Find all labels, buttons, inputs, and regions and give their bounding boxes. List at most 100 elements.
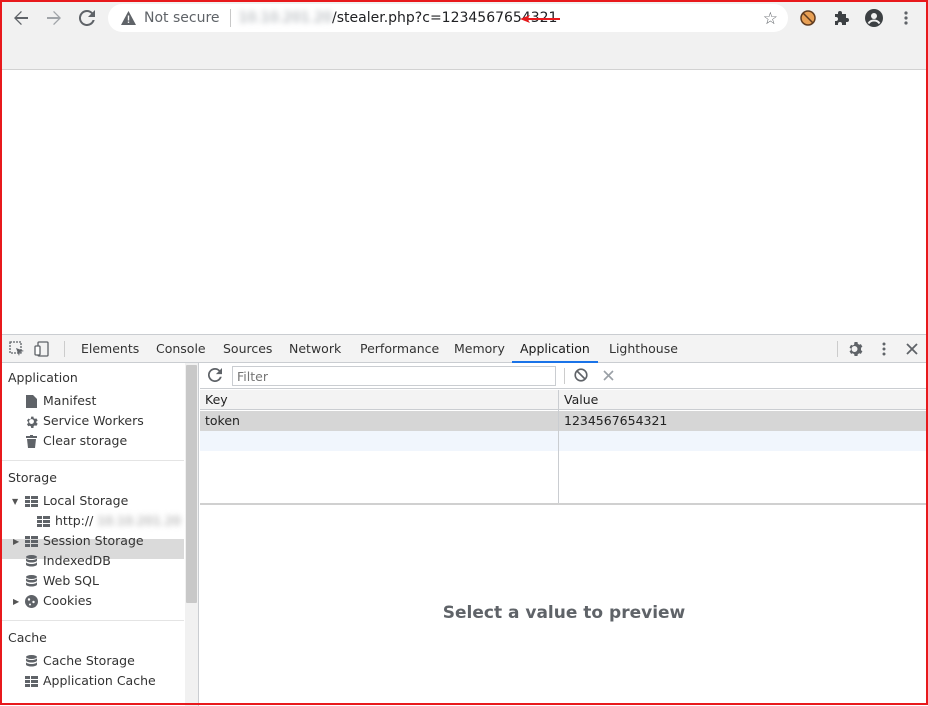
devtools-panel: Elements Console Sources Network Perform… — [0, 334, 928, 706]
column-header-key[interactable]: Key — [200, 390, 228, 410]
bookmark-star-icon[interactable]: ☆ — [763, 9, 778, 29]
grid-icon — [24, 494, 38, 508]
cell-key[interactable]: token — [200, 411, 240, 431]
table-row[interactable]: token 1234567654321 — [200, 411, 928, 431]
sidebar-item-label: Service Workers — [43, 413, 144, 428]
refresh-button[interactable] — [207, 367, 224, 384]
security-label[interactable]: Not secure — [144, 10, 220, 26]
grid-icon — [24, 534, 38, 548]
table-row-empty[interactable] — [200, 431, 928, 451]
sidebar-item-label: Web SQL — [43, 573, 99, 588]
tab-memory[interactable]: Memory — [452, 335, 507, 363]
sidebar-item-label: Manifest — [43, 393, 97, 408]
tab-divider — [837, 341, 838, 357]
omnibox-separator — [229, 9, 231, 27]
database-icon — [24, 654, 38, 668]
devtools-menu-button[interactable] — [875, 340, 893, 358]
extensions-button[interactable] — [831, 7, 853, 29]
forward-button[interactable] — [42, 6, 66, 30]
cookie-icon — [24, 594, 38, 608]
grid-icon — [24, 674, 38, 688]
tab-network[interactable]: Network — [287, 335, 343, 363]
clear-all-button[interactable] — [574, 368, 590, 384]
more-vertical-icon — [882, 342, 886, 356]
back-button[interactable] — [9, 6, 33, 30]
grid-icon — [36, 514, 50, 528]
reload-icon — [79, 10, 95, 26]
section-heading-storage: Storage — [8, 470, 57, 485]
document-icon — [24, 394, 38, 408]
address-bar[interactable]: Not secure 10.10.201.20 /stealer.php?c=1… — [108, 4, 788, 32]
sidebar-item-clear-storage[interactable]: Clear storage — [24, 431, 127, 451]
sidebar-item-label: Cache Storage — [43, 653, 135, 668]
sidebar-item-service-workers[interactable]: Service Workers — [24, 411, 144, 431]
tab-console[interactable]: Console — [154, 335, 208, 363]
collapse-triangle-icon[interactable]: ▶ — [13, 598, 21, 606]
sidebar-item-cache-storage[interactable]: Cache Storage — [24, 651, 135, 671]
sidebar-item-label: IndexedDB — [43, 553, 111, 568]
menu-button[interactable] — [895, 7, 917, 29]
refresh-icon — [207, 367, 222, 382]
sidebar-scrollbar-thumb[interactable] — [186, 365, 197, 603]
sidebar-divider — [0, 460, 184, 461]
sidebar-divider — [0, 620, 184, 621]
browser-toolbar: Not secure 10.10.201.20 /stealer.php?c=1… — [0, 0, 928, 70]
section-heading-application: Application — [8, 370, 78, 385]
profile-button[interactable] — [863, 7, 885, 29]
value-preview-placeholder: Select a value to preview — [442, 603, 686, 623]
table-header: Key Value — [200, 390, 928, 410]
warning-icon — [120, 10, 136, 26]
storage-toolbar — [200, 363, 928, 389]
application-sidebar: Application Manifest Service Workers Cle… — [0, 363, 199, 706]
sidebar-item-cookies[interactable]: Cookies — [24, 591, 92, 611]
filter-input[interactable] — [232, 366, 556, 386]
page-viewport — [0, 70, 928, 334]
devtools-close-button[interactable] — [903, 340, 921, 358]
sidebar-item-indexeddb[interactable]: IndexedDB — [24, 551, 111, 571]
devtools-settings-button[interactable] — [847, 340, 865, 358]
device-icon — [34, 341, 49, 357]
annotation-arrow-icon — [520, 15, 560, 23]
trash-icon — [24, 434, 38, 448]
tab-elements[interactable]: Elements — [79, 335, 141, 363]
sidebar-item-label: Session Storage — [43, 533, 144, 548]
tab-lighthouse[interactable]: Lighthouse — [607, 335, 680, 363]
sidebar-item-web-sql[interactable]: Web SQL — [24, 571, 99, 591]
inspect-element-button[interactable] — [8, 340, 26, 358]
column-header-value[interactable]: Value — [559, 390, 598, 410]
storage-table: Key Value token 1234567654321 — [200, 390, 928, 505]
reload-button[interactable] — [75, 6, 99, 30]
sidebar-item-local-storage[interactable]: Local Storage — [24, 491, 128, 511]
gear-icon — [849, 342, 863, 356]
tab-performance[interactable]: Performance — [358, 335, 441, 363]
expand-triangle-icon[interactable]: ▼ — [12, 498, 20, 506]
origin-host: 10.10.201.20 — [97, 513, 181, 528]
sidebar-item-manifest[interactable]: Manifest — [24, 391, 96, 411]
sidebar-item-local-storage-origin[interactable]: http:// 10.10.201.20 — [36, 511, 181, 531]
cell-value[interactable]: 1234567654321 — [559, 411, 667, 431]
sidebar-item-label: Application Cache — [43, 673, 156, 688]
database-icon — [24, 574, 38, 588]
local-storage-view: Key Value token 1234567654321 Select a v… — [200, 363, 928, 706]
section-heading-cache: Cache — [8, 630, 47, 645]
account-icon — [865, 9, 883, 27]
arrow-left-icon — [14, 11, 28, 25]
inspect-icon — [9, 341, 24, 356]
sidebar-item-application-cache[interactable]: Application Cache — [24, 671, 156, 691]
tab-sources[interactable]: Sources — [221, 335, 274, 363]
tab-divider — [64, 341, 65, 357]
gear-icon — [24, 414, 38, 428]
block-icon — [574, 368, 588, 382]
sidebar-item-label: http:// — [55, 513, 94, 528]
sidebar-item-label: Clear storage — [43, 433, 128, 448]
extension-blocker-button[interactable] — [797, 7, 819, 29]
tab-application[interactable]: Application — [512, 335, 598, 363]
arrow-right-icon — [47, 11, 61, 25]
column-divider[interactable] — [558, 390, 559, 503]
sidebar-item-session-storage[interactable]: Session Storage — [24, 531, 144, 551]
delete-selected-button[interactable] — [603, 369, 617, 383]
more-vertical-icon — [904, 11, 908, 25]
url-host: 10.10.201.20 — [238, 10, 333, 26]
device-toolbar-button[interactable] — [33, 340, 51, 358]
collapse-triangle-icon[interactable]: ▶ — [13, 538, 21, 546]
